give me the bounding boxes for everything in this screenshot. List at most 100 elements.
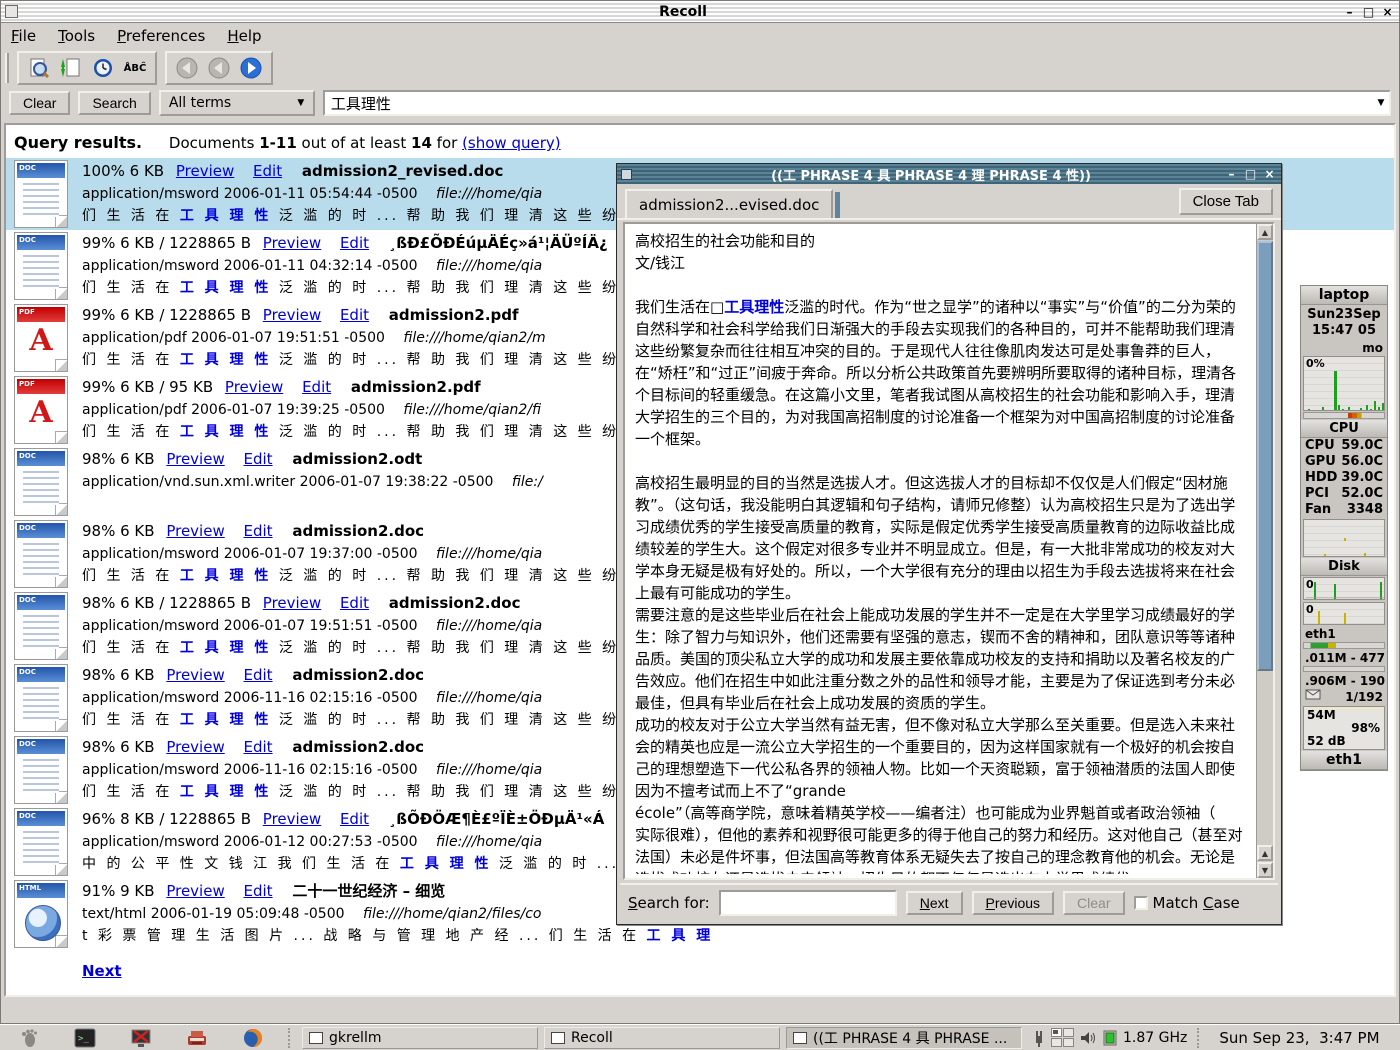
preview-link[interactable]: Preview: [166, 522, 224, 540]
cpu-chart[interactable]: 0%: [1303, 356, 1385, 411]
find-previous-button[interactable]: Previous: [972, 891, 1054, 915]
edit-link[interactable]: Edit: [340, 234, 369, 252]
show-query-link[interactable]: (show query): [462, 134, 561, 152]
preview-content[interactable]: 高校招生的社会功能和目的 文/钱江 我们生活在□工具理性泛滥的时代。作为“世之显…: [623, 222, 1275, 880]
snippet-highlight: 工 具 理 性: [180, 424, 272, 440]
next-page-link[interactable]: Next: [82, 962, 122, 980]
sensor-list: CPU59.0CGPU56.0CHDD39.0CPCI52.0C: [1301, 438, 1387, 502]
cpufreq-monitor-icon[interactable]: [1102, 1029, 1118, 1047]
prev-page-icon[interactable]: [205, 55, 233, 81]
result-filename: admission2.doc: [292, 666, 424, 684]
preview-link[interactable]: Preview: [263, 810, 321, 828]
power-plug-icon[interactable]: [1030, 1028, 1046, 1048]
preview-link[interactable]: Preview: [225, 378, 283, 396]
doc-icon: [14, 664, 68, 732]
scroll-up-icon[interactable]: ▲: [1257, 224, 1273, 240]
page-fold: [55, 863, 68, 876]
preview-link[interactable]: Preview: [166, 450, 224, 468]
wifi-quality: 98%: [1351, 721, 1380, 735]
find-input[interactable]: [719, 890, 897, 916]
taskbar-window-button[interactable]: gkrellm: [302, 1027, 538, 1049]
menu-file[interactable]: File: [11, 27, 36, 45]
toolbar-handle[interactable]: [5, 53, 9, 83]
taskbar-window-button[interactable]: ((工 PHRASE 4 具 PHRASE ...: [786, 1027, 1022, 1049]
disk-write-chart[interactable]: 0: [1303, 602, 1385, 625]
window-menu-icon[interactable]: [621, 169, 632, 180]
scroll-down-icon[interactable]: ▼: [1257, 862, 1273, 878]
next-page-icon[interactable]: [237, 55, 265, 81]
preview-link[interactable]: Preview: [263, 594, 321, 612]
term-explorer-icon[interactable]: ÅBĈ: [121, 55, 149, 81]
preview-scrollbar[interactable]: ▲ ▲ ▼: [1256, 224, 1273, 878]
find-next-button[interactable]: Next: [906, 891, 963, 915]
preview-link[interactable]: Preview: [263, 234, 321, 252]
taskbar-clock[interactable]: Sun Sep 23, 3:47 PM: [1211, 1029, 1387, 1047]
edit-link[interactable]: Edit: [244, 522, 273, 540]
gnome-menu-icon[interactable]: [17, 1027, 41, 1049]
result-url: file:///home/qian2/files/co: [363, 906, 542, 922]
page-fold: [55, 719, 68, 732]
gkrellm-monitor[interactable]: laptop Sun23Sep 15:47 05 mo 0% CPU CPU59…: [1300, 285, 1388, 771]
edit-link[interactable]: Edit: [244, 738, 273, 756]
sensor-row: HDD39.0C: [1301, 470, 1387, 486]
query-input[interactable]: [325, 94, 1373, 112]
doc-icon: [14, 592, 68, 660]
match-case-checkbox[interactable]: [1134, 896, 1148, 910]
edit-link[interactable]: Edit: [340, 306, 369, 324]
preview-link[interactable]: Preview: [166, 666, 224, 684]
edit-link[interactable]: Edit: [253, 162, 282, 180]
scrollbar-thumb[interactable]: [1257, 241, 1273, 671]
firefox-icon[interactable]: [241, 1027, 265, 1049]
preview-titlebar[interactable]: ((工 PHRASE 4 具 PHRASE 4 理 PHRASE 4 性)) –…: [617, 164, 1281, 184]
disk-read-chart[interactable]: 0: [1303, 577, 1385, 600]
toolbar-group-nav: [165, 51, 273, 85]
maximize-button[interactable]: □: [1243, 168, 1258, 180]
main-titlebar[interactable]: Recoll – □ ×: [1, 1, 1399, 23]
preview-link[interactable]: Preview: [176, 162, 234, 180]
taskbar-window-button[interactable]: Recoll: [544, 1027, 780, 1049]
preview-window: ((工 PHRASE 4 具 PHRASE 4 理 PHRASE 4 性)) –…: [616, 163, 1282, 925]
find-clear-button[interactable]: Clear: [1063, 891, 1124, 915]
result-mimetype-date: application/msword 2006-01-12 00:27:53 -…: [82, 834, 418, 850]
typewriter-icon[interactable]: [185, 1027, 209, 1049]
menu-tools[interactable]: Tools: [58, 27, 95, 45]
edit-link[interactable]: Edit: [340, 594, 369, 612]
close-button[interactable]: ×: [1262, 168, 1277, 180]
volume-icon[interactable]: [1079, 1030, 1097, 1046]
search-mode-select[interactable]: All terms ▼: [159, 90, 315, 116]
close-tab-button[interactable]: Close Tab: [1179, 188, 1273, 215]
lock-screen-icon[interactable]: [129, 1027, 153, 1049]
advanced-search-icon[interactable]: [25, 55, 53, 81]
fan-chart[interactable]: [1303, 519, 1385, 557]
scroll-up-icon[interactable]: ▲: [1257, 845, 1273, 861]
menu-help[interactable]: Help: [227, 27, 261, 45]
preview-link[interactable]: Preview: [263, 306, 321, 324]
query-history-chevron-icon[interactable]: ▼: [1373, 94, 1389, 112]
snippet-text: 们 生 活 在: [82, 424, 180, 440]
search-button[interactable]: Search: [78, 91, 150, 115]
menu-preferences[interactable]: Preferences: [117, 27, 205, 45]
preview-link[interactable]: Preview: [166, 882, 224, 900]
maximize-button[interactable]: □: [1361, 6, 1376, 18]
clear-button[interactable]: Clear: [9, 91, 70, 115]
edit-link[interactable]: Edit: [244, 666, 273, 684]
edit-link[interactable]: Edit: [340, 810, 369, 828]
minimize-button[interactable]: –: [1224, 168, 1239, 180]
wifi-panel[interactable]: 54M 98% 52 dB: [1303, 706, 1385, 750]
workspace-switcher[interactable]: [1051, 1028, 1074, 1047]
edit-link[interactable]: Edit: [244, 882, 273, 900]
sort-parameters-icon[interactable]: [57, 55, 85, 81]
first-page-icon[interactable]: [173, 55, 201, 81]
window-menu-icon[interactable]: [5, 5, 18, 18]
result-mimetype-date: application/msword 2006-01-11 04:32:14 -…: [82, 258, 418, 274]
snippet-text: 们 生 活 在: [82, 280, 180, 296]
snippet-highlight: 工 具 理 性: [180, 280, 272, 296]
edit-link[interactable]: Edit: [244, 450, 273, 468]
close-button[interactable]: ×: [1380, 6, 1395, 18]
preview-tab[interactable]: admission2...evised.doc: [625, 189, 833, 220]
edit-link[interactable]: Edit: [302, 378, 331, 396]
minimize-button[interactable]: –: [1342, 6, 1357, 18]
terminal-icon[interactable]: >_: [73, 1027, 97, 1049]
preview-link[interactable]: Preview: [166, 738, 224, 756]
history-clock-icon[interactable]: [89, 55, 117, 81]
